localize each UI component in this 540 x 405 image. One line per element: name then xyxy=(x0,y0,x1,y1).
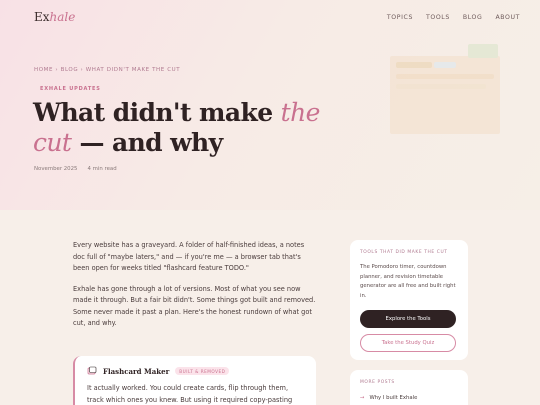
article-paragraph: Exhale has gone through a lot of version… xyxy=(73,284,316,328)
sidebar-label: TOOLS THAT DID MAKE THE CUT xyxy=(360,250,448,255)
arrow-right-icon: → xyxy=(360,395,365,401)
breadcrumb[interactable]: HOME › BLOG › WHAT DIDN'T MAKE THE CUT xyxy=(34,67,180,73)
logo-accent-text: hale xyxy=(49,10,76,24)
more-posts-item-label: Why I built Exhale xyxy=(369,395,418,401)
nav-links: TOPICS TOOLS BLOG ABOUT xyxy=(387,14,520,21)
post-meta: November 2025 4 min read xyxy=(34,166,117,172)
status-badge: BUILT & REMOVED xyxy=(175,367,230,375)
card-header: Flashcard Maker BUILT & REMOVED xyxy=(87,366,304,376)
nav-item-about[interactable]: ABOUT xyxy=(495,14,520,21)
site-logo[interactable]: Exhale xyxy=(34,10,75,24)
sidebar-text: The Pomodoro timer, countdown planner, a… xyxy=(360,264,456,299)
more-posts-label: MORE POSTS xyxy=(360,380,395,385)
article-body: Every website has a graveyard. A folder … xyxy=(73,240,318,339)
nav-item-topics[interactable]: TOPICS xyxy=(387,14,413,21)
category-kicker: EXHALE UPDATES xyxy=(40,86,101,92)
card-title: Flashcard Maker xyxy=(103,366,170,376)
title-text: What didn't make xyxy=(33,98,281,127)
nav-item-tools[interactable]: TOOLS xyxy=(426,14,450,21)
more-posts-card: MORE POSTS → Why I built Exhale xyxy=(350,370,468,405)
article-paragraph: Every website has a graveyard. A folder … xyxy=(73,241,305,272)
nav-item-blog[interactable]: BLOG xyxy=(463,14,483,21)
flashcard-icon xyxy=(87,366,97,375)
tools-sidebar-card: TOOLS THAT DID MAKE THE CUT The Pomodoro… xyxy=(350,240,468,360)
page-title: What didn't make the cut — and why xyxy=(33,98,363,158)
top-navigation: Exhale TOPICS TOOLS BLOG ABOUT xyxy=(0,0,540,34)
logo-text: Ex xyxy=(34,10,50,24)
explore-tools-button[interactable]: Explore the Tools xyxy=(360,310,456,328)
read-time: 4 min read xyxy=(87,166,117,172)
more-posts-item[interactable]: → Why I built Exhale xyxy=(360,395,458,401)
post-date: November 2025 xyxy=(34,166,78,172)
cut-feature-card: Flashcard Maker BUILT & REMOVED It actua… xyxy=(73,356,316,405)
hero-illustration xyxy=(390,42,502,134)
study-quiz-button[interactable]: Take the Study Quiz xyxy=(360,334,456,352)
title-text-end: — and why xyxy=(71,128,223,157)
card-body: It actually worked. You could create car… xyxy=(87,384,293,404)
